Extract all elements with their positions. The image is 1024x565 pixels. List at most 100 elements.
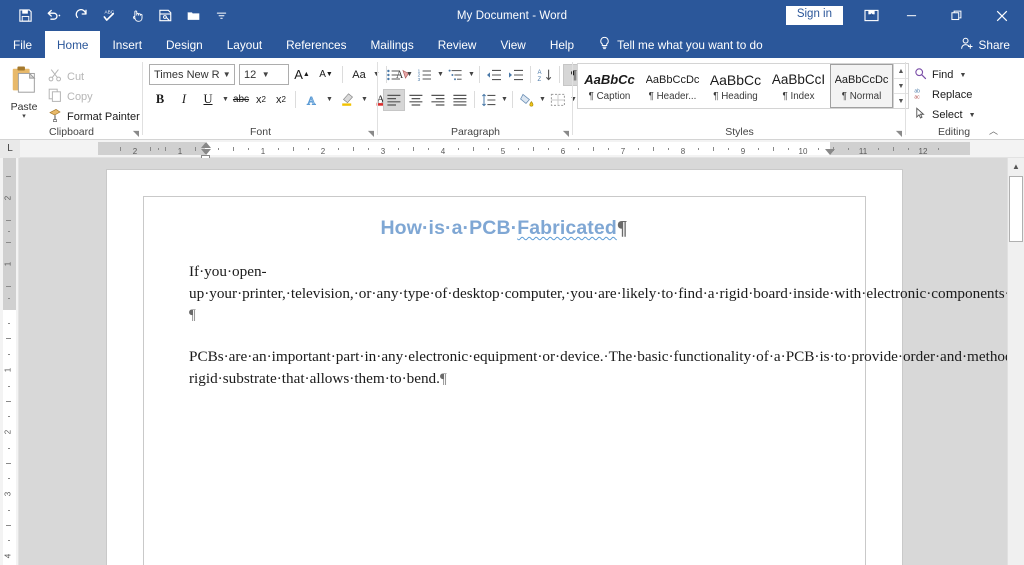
ribbon-group-editing: Find ▼ ab ac Replace Select ▼ Editing ︿ — [906, 58, 1002, 139]
share-button[interactable]: Share — [960, 31, 1024, 58]
tell-me-search[interactable]: Tell me what you want to do — [586, 31, 763, 58]
document-canvas[interactable]: How·is·a·PCB·Fabricated¶ If·you·open-up·… — [19, 158, 1024, 565]
decrease-indent-icon[interactable] — [483, 64, 505, 86]
cut-button[interactable]: Cut — [48, 68, 140, 85]
font-dialog-launcher[interactable]: ◥ — [368, 129, 374, 138]
highlight-icon[interactable] — [336, 89, 358, 111]
cut-label: Cut — [67, 70, 85, 83]
clipboard-dialog-launcher[interactable]: ◥ — [133, 129, 139, 138]
vertical-ruler[interactable]: 2 1 1 2 3 4 — [0, 158, 19, 565]
italic-button[interactable]: I — [173, 89, 195, 111]
print-preview-icon[interactable] — [152, 4, 178, 28]
tab-design[interactable]: Design — [154, 31, 215, 58]
multilevel-list-icon[interactable] — [445, 64, 467, 86]
paragraph-dialog-launcher[interactable]: ◥ — [563, 129, 569, 138]
superscript-button[interactable]: x2 — [272, 89, 290, 111]
tab-file[interactable]: File — [0, 31, 46, 58]
close-button[interactable] — [979, 0, 1024, 31]
chevron-down-icon[interactable]: ▼ — [500, 96, 509, 103]
font-group-label: Font — [249, 126, 271, 138]
line-spacing-icon[interactable] — [478, 89, 500, 111]
chevron-down-icon[interactable]: ▼ — [405, 71, 414, 78]
tab-home[interactable]: Home — [45, 31, 101, 58]
restore-button[interactable] — [934, 0, 979, 31]
sign-in-button[interactable]: Sign in — [785, 6, 843, 25]
vertical-scrollbar[interactable]: ▲ — [1007, 158, 1024, 565]
style-heading[interactable]: AaBbCc ¶ Heading — [704, 64, 767, 108]
customize-qat-icon[interactable] — [208, 4, 234, 28]
chevron-down-icon[interactable]: ▼ — [958, 72, 967, 79]
chevron-down-icon[interactable]: ▼ — [360, 96, 369, 103]
touch-mode-icon[interactable] — [124, 4, 150, 28]
chevron-down-icon[interactable]: ▼ — [258, 70, 273, 79]
save-icon[interactable] — [12, 4, 38, 28]
split-window-handle[interactable] — [1009, 158, 1023, 164]
format-painter-button[interactable]: Format Painter — [48, 108, 140, 125]
tab-layout[interactable]: Layout — [215, 31, 274, 58]
align-center-icon[interactable] — [405, 89, 427, 111]
tab-stop-selector[interactable]: L — [0, 139, 20, 158]
tab-review[interactable]: Review — [426, 31, 489, 58]
undo-icon[interactable] — [40, 4, 66, 28]
minimize-button[interactable] — [889, 0, 934, 31]
chevron-down-icon[interactable]: ▼ — [221, 96, 230, 103]
font-name-combo[interactable]: Times New R ▼ — [149, 64, 235, 85]
text-effects-icon[interactable]: A — [301, 89, 323, 111]
tab-references[interactable]: References — [274, 31, 358, 58]
redo-icon[interactable] — [68, 4, 94, 28]
bullets-icon[interactable] — [383, 64, 405, 86]
right-indent-marker[interactable] — [825, 149, 835, 155]
shading-icon[interactable] — [516, 89, 538, 111]
paste-dropdown-arrow[interactable]: ▾ — [22, 113, 26, 120]
borders-icon[interactable] — [547, 89, 569, 111]
paragraph-2: PCBs·are·an·important·part·in·any·electr… — [189, 346, 1024, 389]
collapse-ribbon-icon[interactable]: ︿ — [989, 124, 998, 137]
strikethrough-button[interactable]: abc — [232, 89, 250, 111]
chevron-down-icon[interactable]: ▼ — [219, 70, 234, 79]
style-index[interactable]: AaBbCcI ¶ Index — [767, 64, 830, 108]
underline-button[interactable]: U — [197, 89, 219, 111]
document-page[interactable]: How·is·a·PCB·Fabricated¶ If·you·open-up·… — [107, 170, 1024, 565]
scrollbar-thumb[interactable] — [1009, 176, 1023, 242]
chevron-down-icon[interactable]: ▼ — [968, 112, 977, 119]
spelling-check-icon[interactable]: ABC — [96, 4, 122, 28]
align-left-icon[interactable] — [383, 88, 405, 111]
paste-button[interactable]: Paste ▾ — [0, 61, 48, 120]
subscript-button[interactable]: x2 — [252, 89, 270, 111]
style-normal[interactable]: AaBbCcDc ¶ Normal — [830, 64, 893, 108]
grow-font-button[interactable]: A ▲ — [291, 64, 313, 86]
replace-button[interactable]: ab ac Replace — [914, 86, 977, 104]
numbering-icon[interactable]: 123 — [414, 64, 436, 86]
tab-view[interactable]: View — [488, 31, 537, 58]
open-icon[interactable] — [180, 4, 206, 28]
bold-button[interactable]: B — [149, 89, 171, 111]
tab-insert[interactable]: Insert — [100, 31, 154, 58]
shrink-font-button[interactable]: A ▼ — [315, 64, 337, 86]
tab-mailings[interactable]: Mailings — [358, 31, 425, 58]
styles-dialog-launcher[interactable]: ◥ — [896, 129, 902, 138]
sort-icon[interactable]: AZ — [534, 64, 556, 86]
tab-help[interactable]: Help — [538, 31, 586, 58]
scissors-icon — [48, 68, 62, 85]
copy-button[interactable]: Copy — [48, 88, 140, 105]
ribbon-display-options-icon[interactable] — [853, 0, 889, 31]
font-size-combo[interactable]: 12 ▼ — [239, 64, 289, 85]
change-case-button[interactable]: Aa — [348, 64, 370, 86]
document-text-body[interactable]: How·is·a·PCB·Fabricated¶ If·you·open-up·… — [189, 217, 1024, 389]
style-label: ¶ Index — [782, 90, 815, 102]
find-button[interactable]: Find ▼ — [914, 66, 977, 84]
first-line-indent-marker[interactable] — [201, 142, 211, 148]
align-right-icon[interactable] — [427, 89, 449, 111]
chevron-down-icon[interactable]: ▼ — [436, 71, 445, 78]
horizontal-ruler[interactable]: L 2 1 1 2 3 4 5 6 7 8 9 10 11 12 — [0, 139, 1024, 159]
increase-indent-icon[interactable] — [505, 64, 527, 86]
justify-icon[interactable] — [449, 89, 471, 111]
svg-text:ac: ac — [914, 95, 920, 100]
select-button[interactable]: Select ▼ — [914, 106, 977, 124]
chevron-down-icon[interactable]: ▼ — [325, 96, 334, 103]
style-header[interactable]: AaBbCcDc ¶ Header... — [641, 64, 704, 108]
style-caption[interactable]: AaBbCc ¶ Caption — [578, 64, 641, 108]
paragraph-group-label: Paragraph — [450, 126, 501, 138]
chevron-down-icon[interactable]: ▼ — [467, 71, 476, 78]
chevron-down-icon[interactable]: ▼ — [538, 96, 547, 103]
